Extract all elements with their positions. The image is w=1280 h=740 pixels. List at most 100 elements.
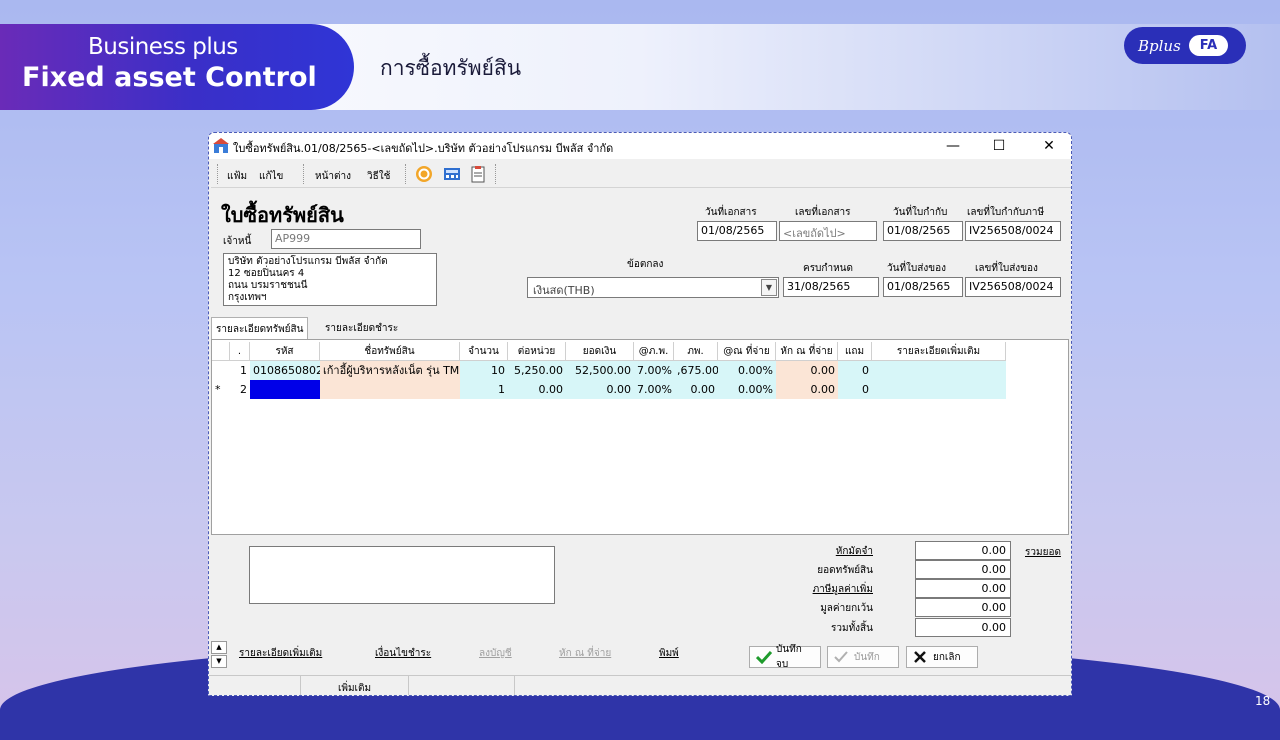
- toolbar-separator: [405, 164, 406, 184]
- doc-no-label: เลขที่เอกสาร: [795, 207, 851, 218]
- close-button[interactable]: ✕: [1029, 135, 1069, 157]
- clipboard-icon[interactable]: [469, 165, 487, 183]
- row-index: 2: [230, 380, 250, 399]
- cell-unit-price[interactable]: 5,250.00: [508, 361, 566, 380]
- menu-help[interactable]: วิธีใช้: [367, 169, 390, 184]
- scroll-up-icon[interactable]: ▲: [211, 641, 227, 654]
- cell-wht[interactable]: 0.00: [776, 361, 838, 380]
- cell-qty[interactable]: 1: [460, 380, 508, 399]
- cell-asset-name[interactable]: เก้าอี้ผู้บริหารหลังเน็ต รุ่น TM: [320, 361, 460, 380]
- payment-terms-link[interactable]: เงื่อนไขชำระ: [375, 646, 431, 661]
- vat-field[interactable]: 0.00: [915, 579, 1011, 598]
- status-mode: เพิ่มเติม: [301, 676, 409, 695]
- form-title: ใบซื้อทรัพย์สิน: [221, 203, 344, 227]
- cell-note[interactable]: [872, 361, 1006, 380]
- cell-wht-rate[interactable]: 0.00%: [718, 361, 776, 380]
- cancel-button[interactable]: ยกเลิก: [906, 646, 978, 668]
- chevron-down-icon[interactable]: ▼: [761, 279, 777, 296]
- cell-vat[interactable]: 0.00: [674, 380, 718, 399]
- col-wht-rate: @ณ ที่จ่าย: [718, 342, 776, 361]
- toolbar-separator: [217, 164, 218, 184]
- row-marker[interactable]: *: [212, 380, 230, 399]
- menu-window[interactable]: หน้าต่าง: [315, 169, 351, 184]
- refresh-icon[interactable]: [415, 165, 433, 183]
- toolbar-separator: [495, 164, 496, 184]
- terms-value: เงินสด(THB): [533, 284, 595, 297]
- creditor-input[interactable]: AP999: [271, 229, 421, 249]
- menu-edit[interactable]: แก้ไข: [259, 169, 283, 184]
- save-close-button[interactable]: บันทึกจบ: [749, 644, 821, 670]
- exempt-field: 0.00: [915, 598, 1011, 617]
- cell-amount[interactable]: 52,500.00: [566, 361, 634, 380]
- save-close-label: บันทึกจบ: [775, 644, 802, 670]
- cell-qty[interactable]: 10: [460, 361, 508, 380]
- page-number: 18: [1255, 694, 1271, 708]
- creditor-address[interactable]: บริษัท ตัวอย่างโปรแกรม บีพลัส จำกัด 12 ซ…: [223, 253, 437, 306]
- calculator-icon[interactable]: [443, 165, 461, 183]
- save-button[interactable]: บันทึก: [827, 646, 899, 668]
- asset-total-field: 0.00: [915, 560, 1011, 579]
- brand-name: Business plus: [88, 34, 238, 60]
- sum-total-link[interactable]: รวมยอด: [1025, 545, 1061, 560]
- row-marker[interactable]: [212, 361, 230, 380]
- toolbar-separator: [303, 164, 304, 184]
- close-icon: [914, 651, 926, 663]
- invoice-date-input[interactable]: 01/08/2565: [883, 221, 963, 241]
- logo-badge: FA: [1188, 35, 1229, 56]
- terms-label: ข้อตกลง: [627, 259, 664, 270]
- cell-unit-price[interactable]: 0.00: [508, 380, 566, 399]
- cell-vat-rate[interactable]: 7.00%: [634, 361, 674, 380]
- cancel-label: ยกเลิก: [933, 651, 961, 663]
- creditor-label: เจ้าหนี้: [223, 236, 252, 247]
- cell-free[interactable]: 0: [838, 380, 872, 399]
- doc-no-input[interactable]: <เลขถัดไป>: [779, 221, 877, 241]
- doc-date-input[interactable]: 01/08/2565: [697, 221, 777, 241]
- check-icon: [834, 651, 848, 663]
- tab-payment-detail[interactable]: รายละเอียดชำระ: [321, 317, 402, 339]
- due-date-input[interactable]: 31/08/2565: [783, 277, 879, 297]
- minimize-button[interactable]: —: [933, 135, 973, 157]
- tab-asset-detail[interactable]: รายละเอียดทรัพย์สิน: [211, 317, 309, 339]
- cell-code[interactable]: [250, 380, 320, 399]
- cell-wht-rate[interactable]: 0.00%: [718, 380, 776, 399]
- delivery-date-input[interactable]: 01/08/2565: [883, 277, 963, 297]
- col-note: รายละเอียดเพิ่มเติม: [872, 342, 1006, 361]
- delivery-no-input[interactable]: IV256508/0024: [965, 277, 1061, 297]
- doc-date-label: วันที่เอกสาร: [705, 207, 757, 218]
- cell-free[interactable]: 0: [838, 361, 872, 380]
- col-code: รหัส: [250, 342, 320, 361]
- status-bar: เพิ่มเติม: [209, 675, 1071, 695]
- cell-amount[interactable]: 0.00: [566, 380, 634, 399]
- tax-invoice-no-input[interactable]: IV256508/0024: [965, 221, 1061, 241]
- cell-asset-name[interactable]: [320, 380, 460, 399]
- status-cell: [409, 676, 515, 695]
- cell-vat-rate[interactable]: 7.00%: [634, 380, 674, 399]
- col-amount: ยอดเงิน: [566, 342, 634, 361]
- cell-vat[interactable]: ,675.00: [674, 361, 718, 380]
- window-title: ใบซื้อทรัพย์สิน.01/08/2565-<เลขถัดไป>.บร…: [233, 142, 614, 155]
- asset-purchase-window: ใบซื้อทรัพย์สิน.01/08/2565-<เลขถัดไป>.บร…: [208, 132, 1072, 696]
- memo-textarea[interactable]: [249, 546, 555, 604]
- scroll-down-icon[interactable]: ▼: [211, 655, 227, 668]
- cell-code[interactable]: 0108650802: [250, 361, 320, 380]
- cell-wht[interactable]: 0.00: [776, 380, 838, 399]
- window-titlebar: ใบซื้อทรัพย์สิน.01/08/2565-<เลขถัดไป>.บร…: [209, 133, 1071, 159]
- save-label: บันทึก: [854, 651, 880, 663]
- post-ledger-link[interactable]: ลงบัญชี: [479, 646, 512, 661]
- deposit-label: หักมัดจำ: [835, 546, 873, 557]
- row-index: 1: [230, 361, 250, 380]
- withholding-link[interactable]: หัก ณ ที่จ่าย: [559, 646, 611, 661]
- col-wht: หัก ณ ที่จ่าย: [776, 342, 838, 361]
- maximize-button[interactable]: ☐: [979, 135, 1019, 157]
- col-asset-name: ชื่อทรัพย์สิน: [320, 342, 460, 361]
- delivery-no-label: เลขที่ใบส่งของ: [975, 263, 1038, 274]
- terms-select[interactable]: เงินสด(THB) ▼: [527, 277, 779, 298]
- deposit-field[interactable]: 0.00: [915, 541, 1011, 560]
- cell-note[interactable]: [872, 380, 1006, 399]
- menu-file[interactable]: แฟ้ม: [227, 169, 247, 184]
- app-icon: [213, 138, 229, 153]
- more-detail-link[interactable]: รายละเอียดเพิ่มเติม: [239, 646, 322, 661]
- address-line: 12 ซอยปิ่นนคร 4: [228, 268, 305, 279]
- print-link[interactable]: พิมพ์: [659, 646, 679, 661]
- col-unit-price: ต่อหน่วย: [508, 342, 566, 361]
